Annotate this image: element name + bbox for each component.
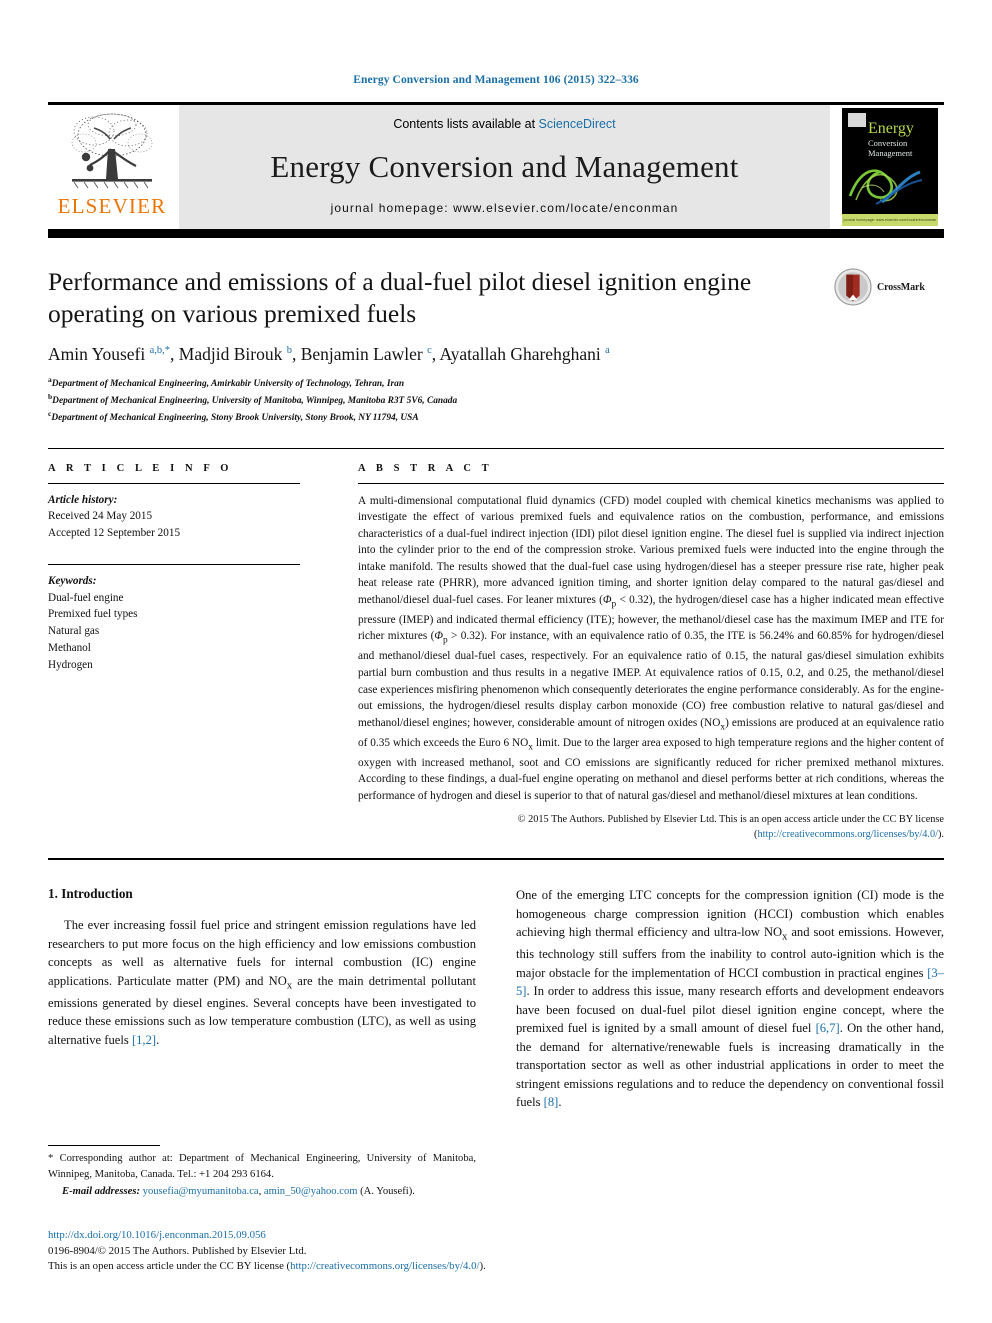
cover-elsevier-mark-icon [848,113,866,127]
running-head: Energy Conversion and Management 106 (20… [353,74,639,86]
abstract-heading: A B S T R A C T [358,462,493,474]
keyword-item: Premixed fuel types [48,608,138,621]
article-info-heading: A R T I C L E I N F O [48,462,233,474]
email-link-2[interactable]: amin_50@yahoo.com [264,1186,358,1197]
keyword-item: Dual-fuel engine [48,591,124,604]
email-attribution: (A. Yousefi). [360,1186,415,1198]
article-info-column: A R T I C L E I N F O Article history: R… [48,463,300,843]
body-columns: 1. Introduction The ever increasing foss… [48,886,944,1200]
affiliation-item: cDepartment of Mechanical Engineering, S… [48,409,944,426]
license-suffix: ). [479,1260,486,1273]
elsevier-wordmark: ELSEVIER [57,194,167,218]
contents-available-line: Contents lists available at ScienceDirec… [393,117,615,131]
citation-ref[interactable]: [1,2] [132,1033,156,1047]
info-abstract-row: A R T I C L E I N F O Article history: R… [48,449,944,843]
journal-masthead: ELSEVIER Contents lists available at Sci… [48,102,944,229]
corresponding-author-note: * Corresponding author at: Department of… [48,1151,476,1182]
footnote-block: * Corresponding author at: Department of… [48,1145,476,1200]
contents-prefix: Contents lists available at [393,117,539,131]
cover-footer-text: journal homepage: www.elsevier.com/locat… [843,218,937,222]
abstract-rule [358,482,944,484]
cover-swirl-graphic-icon [848,169,923,205]
footnote-rule [48,1145,160,1147]
affiliation-item: aDepartment of Mechanical Engineering, A… [48,375,944,392]
keyword-item: Methanol [48,642,91,655]
journal-homepage[interactable]: journal homepage: www.elsevier.com/locat… [331,201,679,215]
footnote-star: * [48,1153,54,1165]
affiliation-text: Department of Mechanical Engineering, Un… [52,396,458,407]
citation-ref[interactable]: [8] [544,1095,559,1109]
cc-license-link[interactable]: http://creativecommons.org/licenses/by/4… [757,829,938,840]
sciencedirect-link[interactable]: ScienceDirect [539,117,616,131]
masthead-center: Contents lists available at ScienceDirec… [179,105,830,229]
article-info-rule [48,482,300,484]
doi-link[interactable]: http://dx.doi.org/10.1016/j.enconman.201… [48,1228,588,1244]
crossmark-badge[interactable]: CrossMark [834,268,944,306]
intro-left-text: The ever increasing fossil fuel price an… [48,918,476,1047]
intro-right-text-1: One of the emerging LTC concepts for the… [516,888,944,980]
cover-subtitle-line1: Conversion [868,138,908,148]
cover-title: Energy [868,120,914,137]
journal-cover-image: Energy Conversion Management journal hom… [842,108,938,226]
keywords-rule [48,563,300,565]
article-title: Performance and emissions of a dual-fuel… [48,267,752,329]
cover-footer-strip: journal homepage: www.elsevier.com/locat… [842,214,938,226]
column-gap [300,463,358,843]
journal-cover-cell: Energy Conversion Management journal hom… [836,105,944,229]
affiliation-text: Department of Mechanical Engineering, St… [51,412,419,423]
copyright-suffix: ). [937,829,944,841]
keywords-label: Keywords: [48,574,97,587]
crossmark-label: CrossMark [877,281,925,293]
email-note: E-mail addresses: yousefia@myumanitoba.c… [62,1186,415,1198]
email-link-1[interactable]: yousefia@myumanitoba.ca [143,1186,259,1197]
page-inner: Energy Conversion and Management 106 (20… [48,0,944,1200]
affiliation-text: Department of Mechanical Engineering, Am… [51,379,405,390]
keyword-item: Hydrogen [48,658,93,671]
article-history-label: Article history: [48,493,118,506]
affiliation-item: bDepartment of Mechanical Engineering, U… [48,392,944,409]
article-history: Article history: Received 24 May 2015 Ac… [48,492,300,542]
crossmark-icon [834,268,872,306]
body-column-gap [476,886,516,1200]
email-label: E-mail addresses: [62,1186,140,1198]
author-list: Amin Yousefi a,b,*, Madjid Birouk b, Ben… [48,344,610,365]
title-block: Performance and emissions of a dual-fuel… [48,266,944,426]
paper-page: Energy Conversion and Management 106 (20… [0,0,992,1323]
intro-paragraph-left: The ever increasing fossil fuel price an… [48,918,476,1047]
keywords-block: Keywords: Dual-fuel engine Premixed fuel… [48,573,300,674]
abstract-text: A multi-dimensional computational fluid … [358,494,944,802]
elsevier-tree-icon [71,113,153,189]
masthead-black-bar [48,229,944,238]
intro-paragraph-right: One of the emerging LTC concepts for the… [516,888,944,1110]
elsevier-logo: ELSEVIER [48,105,176,229]
corresponding-author-text: Corresponding author at: Department of M… [48,1153,476,1180]
license-prefix: This is an open access article under the… [48,1260,291,1273]
affiliation-list: aDepartment of Mechanical Engineering, A… [48,375,944,425]
footer-license-link[interactable]: http://creativecommons.org/licenses/by/4… [290,1260,479,1272]
left-column: 1. Introduction The ever increasing foss… [48,886,476,1200]
license-line: This is an open access article under the… [48,1259,588,1275]
abstract-bottom-rule [48,858,944,861]
section-heading-introduction: 1. Introduction [48,886,133,902]
right-column: One of the emerging LTC concepts for the… [516,886,944,1200]
abstract-copyright: © 2015 The Authors. Published by Elsevie… [358,812,944,842]
citation-ref[interactable]: [6,7] [816,1021,840,1035]
keyword-item: Natural gas [48,625,100,638]
history-accepted: Accepted 12 September 2015 [48,527,181,540]
page-footer: http://dx.doi.org/10.1016/j.enconman.201… [48,1228,588,1275]
abstract-column: A B S T R A C T A multi-dimensional comp… [358,463,944,843]
issn-copyright-line: 0196-8904/© 2015 The Authors. Published … [48,1244,307,1257]
journal-title: Energy Conversion and Management [270,148,739,184]
history-received: Received 24 May 2015 [48,510,153,523]
